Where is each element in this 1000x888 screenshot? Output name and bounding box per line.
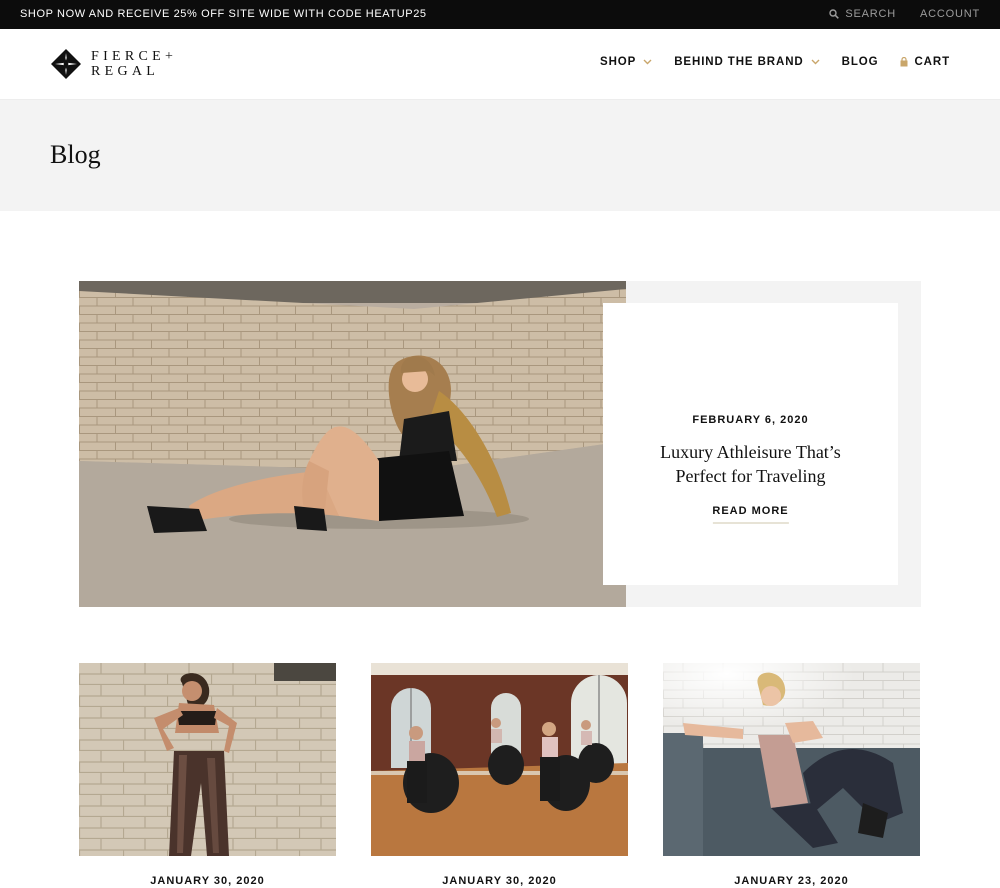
search-icon (829, 9, 840, 19)
featured-post-card: FEBRUARY 6, 2020 Luxury Athleisure That’… (603, 303, 898, 585)
brand-wordmark: FIERCE+ REGAL (91, 49, 177, 79)
blog-post-card: JANUARY 23, 2020 (663, 663, 920, 887)
nav-behind-label: BEHIND THE BRAND (674, 56, 804, 68)
cart-icon (900, 57, 908, 67)
account-link[interactable]: ACCOUNT (920, 8, 980, 20)
blog-post-date: JANUARY 30, 2020 (442, 875, 557, 887)
blog-post-date: JANUARY 30, 2020 (150, 875, 265, 887)
site-header: FIERCE+ REGAL SHOP BEHIND THE BRAND BLOG… (0, 29, 1000, 100)
chevron-down-icon (811, 59, 820, 65)
nav-cart[interactable]: CART (900, 56, 950, 68)
utility-nav: SEARCH ACCOUNT (829, 8, 980, 20)
brand-line-2: REGAL (91, 64, 160, 79)
page-title: Blog (50, 140, 101, 169)
read-more-link[interactable]: READ MORE (712, 505, 789, 524)
featured-post-title[interactable]: Luxury Athleisure That’s Perfect for Tra… (603, 440, 898, 488)
search-link[interactable]: SEARCH (829, 8, 896, 20)
announcement-bar: SHOP NOW AND RECEIVE 25% OFF SITE WIDE W… (0, 0, 1000, 29)
page-title-band: Blog (0, 100, 1000, 211)
blog-post-date: JANUARY 23, 2020 (734, 875, 849, 887)
chevron-down-icon (643, 59, 652, 65)
nav-shop[interactable]: SHOP (600, 56, 652, 68)
blog-post-card: JANUARY 30, 2020 (79, 663, 336, 887)
nav-blog[interactable]: BLOG (842, 56, 879, 68)
nav-shop-label: SHOP (600, 56, 637, 68)
blog-post-image[interactable] (371, 663, 628, 856)
brand-logo[interactable]: FIERCE+ REGAL (50, 48, 177, 80)
search-label: SEARCH (845, 8, 896, 20)
featured-post-date: FEBRUARY 6, 2020 (692, 414, 809, 426)
brand-logo-icon (51, 49, 81, 79)
brand-line-1: FIERCE+ (91, 49, 178, 64)
featured-title-line-1: Luxury Athleisure That’s (660, 442, 841, 462)
blog-post-image[interactable] (663, 663, 920, 856)
blog-post-card: JANUARY 30, 2020 (371, 663, 628, 887)
featured-post: FEBRUARY 6, 2020 Luxury Athleisure That’… (79, 281, 921, 607)
featured-post-image[interactable] (79, 281, 626, 607)
main-nav: SHOP BEHIND THE BRAND BLOG CART (600, 56, 950, 68)
nav-behind-the-brand[interactable]: BEHIND THE BRAND (674, 56, 820, 68)
featured-title-line-2: Perfect for Traveling (675, 466, 826, 486)
promo-text: SHOP NOW AND RECEIVE 25% OFF SITE WIDE W… (20, 8, 427, 20)
nav-blog-label: BLOG (841, 56, 879, 68)
blog-post-image[interactable] (79, 663, 336, 856)
nav-cart-label: CART (914, 56, 950, 68)
